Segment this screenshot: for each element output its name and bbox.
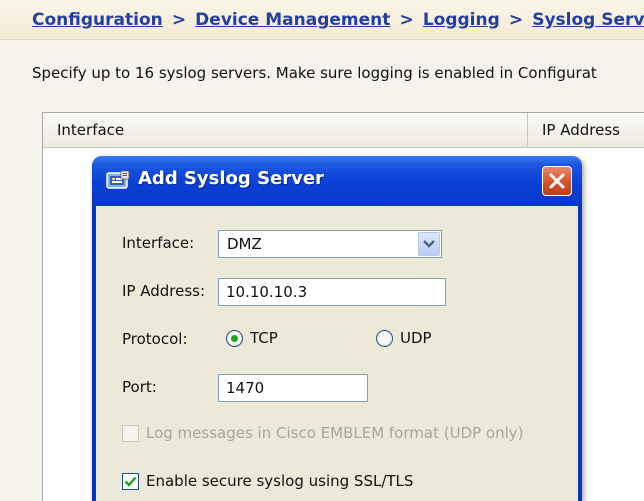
protocol-udp-radio[interactable]: UDP [376, 328, 446, 350]
protocol-tcp-radio[interactable]: TCP [226, 328, 296, 350]
column-header-ip-address[interactable]: IP Address [528, 113, 644, 148]
ip-address-input[interactable]: 10.10.10.3 [218, 278, 446, 306]
page-description: Specify up to 16 syslog servers. Make su… [32, 64, 597, 82]
breadcrumb-syslog-servers-link[interactable]: Syslog Servers [532, 10, 644, 30]
checkbox-unchecked-disabled [122, 425, 139, 442]
table-header: Interface IP Address [43, 113, 644, 148]
checkbox-checked [122, 473, 139, 490]
dialog-title-bar[interactable]: Add Syslog Server [92, 156, 582, 206]
emblem-format-label: Log messages in Cisco EMBLEM format (UDP… [146, 424, 524, 442]
secure-syslog-checkbox[interactable]: Enable secure syslog using SSL/TLS [122, 472, 462, 494]
checkmark-icon [124, 476, 137, 487]
breadcrumb: Configuration > Device Management > Logg… [0, 0, 644, 40]
add-syslog-server-dialog: Add Syslog Server Interface: DMZ IP Addr… [92, 156, 582, 501]
chevron-down-icon [423, 240, 435, 248]
column-header-interface[interactable]: Interface [43, 113, 528, 148]
breadcrumb-configuration-link[interactable]: Configuration [32, 10, 163, 30]
close-icon [549, 173, 565, 189]
port-input[interactable]: 1470 [218, 374, 368, 402]
close-button[interactable] [542, 166, 572, 196]
breadcrumb-logging-link[interactable]: Logging [423, 10, 500, 30]
dialog-title: Add Syslog Server [138, 168, 324, 189]
radio-button-selected [226, 330, 243, 347]
dialog-body: Interface: DMZ IP Address: 10.10.10.3 Pr… [96, 206, 578, 501]
interface-select[interactable]: DMZ [218, 230, 442, 258]
interface-select-value: DMZ [227, 235, 262, 253]
breadcrumb-separator: > [399, 10, 414, 30]
secure-syslog-label: Enable secure syslog using SSL/TLS [146, 472, 414, 490]
protocol-tcp-label: TCP [250, 329, 278, 347]
dropdown-button[interactable] [418, 232, 440, 256]
emblem-format-checkbox: Log messages in Cisco EMBLEM format (UDP… [122, 424, 562, 446]
port-label: Port: [122, 378, 157, 396]
interface-label: Interface: [122, 234, 195, 252]
breadcrumb-separator: > [508, 10, 524, 30]
radio-selected-dot [231, 335, 238, 342]
protocol-label: Protocol: [122, 330, 188, 348]
ip-address-label: IP Address: [122, 282, 206, 300]
breadcrumb-separator: > [171, 10, 187, 30]
breadcrumb-device-management-link[interactable]: Device Management [195, 10, 390, 30]
radio-button-unselected [376, 330, 393, 347]
protocol-udp-label: UDP [400, 329, 432, 347]
syslog-server-icon [106, 170, 130, 189]
